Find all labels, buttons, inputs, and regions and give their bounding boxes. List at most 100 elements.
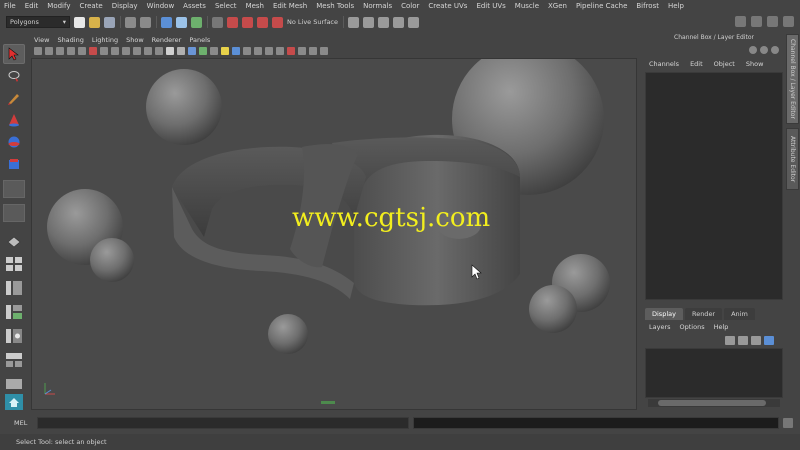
panel-menu-shading[interactable]: Shading [57,36,83,44]
make-live-icon[interactable] [272,16,283,28]
motion-blur-icon[interactable] [254,47,262,55]
resolution-gate-icon[interactable] [122,47,130,55]
safe-action-icon[interactable] [155,47,163,55]
persp-render-layout-button[interactable] [3,350,25,370]
wireframe-on-shaded-icon[interactable] [199,47,207,55]
menu-pipeline-cache[interactable]: Pipeline Cache [576,2,627,10]
layer-list[interactable] [645,348,783,398]
menu-select[interactable]: Select [215,2,237,10]
lasso-tool-button[interactable] [3,66,25,86]
isolate-select-icon[interactable] [287,47,295,55]
script-language-label[interactable]: MEL [14,419,27,427]
grid-toggle-icon[interactable] [100,47,108,55]
channel-edit-menu[interactable]: Edit [690,60,703,68]
menu-modify[interactable]: Modify [47,2,70,10]
menu-xgen[interactable]: XGen [548,2,567,10]
channel-object-menu[interactable]: Object [714,60,735,68]
tab-render[interactable]: Render [684,308,723,320]
select-component-icon[interactable] [191,16,202,28]
layer-list-scrollbar[interactable] [648,399,780,407]
bookmarks-icon[interactable] [56,47,64,55]
sphere-object[interactable] [529,285,577,333]
toggle-tool-settings-icon[interactable] [767,16,778,27]
script-editor-icon[interactable] [783,418,793,428]
menu-edit-mesh[interactable]: Edit Mesh [273,2,307,10]
new-layer-selected-icon[interactable] [764,336,774,345]
layer-options-menu[interactable]: Options [680,323,705,331]
screen-space-ao-icon[interactable] [243,47,251,55]
perspective-viewport[interactable]: www.cgtsj.com [31,58,637,410]
panel-menu-view[interactable]: View [34,36,49,44]
menu-assets[interactable]: Assets [183,2,206,10]
smooth-shade-icon[interactable] [188,47,196,55]
image-plane-icon[interactable] [67,47,75,55]
move-layer-up-icon[interactable] [725,336,735,345]
move-tool-button[interactable] [3,110,25,130]
toggle-channel-box-icon[interactable] [783,16,794,27]
grease-pencil-icon[interactable] [89,47,97,55]
menu-color[interactable]: Color [401,2,419,10]
menu-file[interactable]: File [4,2,16,10]
sphere-object[interactable] [268,314,308,354]
snap-view-plane-icon[interactable] [257,16,268,28]
tab-anim[interactable]: Anim [724,308,755,320]
persp-outliner-layout-button[interactable] [3,278,25,298]
undo-icon[interactable] [125,16,136,28]
multisample-aa-icon[interactable] [265,47,273,55]
scale-tool-button[interactable] [3,154,25,174]
xray-components-icon[interactable] [320,47,328,55]
panel-menu-renderer[interactable]: Renderer [152,36,182,44]
command-input[interactable] [37,417,409,429]
rotate-tool-button[interactable] [3,132,25,152]
snap-point-icon[interactable] [242,16,253,28]
four-view-layout-button[interactable] [3,254,25,274]
move-layer-down-icon[interactable] [738,336,748,345]
toggle-modeling-toolkit-icon[interactable] [735,16,746,27]
menu-edit-uvs[interactable]: Edit UVs [476,2,505,10]
use-all-lights-icon[interactable] [221,47,229,55]
menu-display[interactable]: Display [112,2,138,10]
menu-create[interactable]: Create [79,2,102,10]
two-d-pan-zoom-icon[interactable] [78,47,86,55]
sphere-object[interactable] [90,238,134,282]
channel-lock-icon[interactable] [760,46,768,54]
camera-attributes-icon[interactable] [45,47,53,55]
film-gate-icon[interactable] [111,47,119,55]
last-tool-slot[interactable] [3,180,25,198]
new-empty-layer-icon[interactable] [751,336,761,345]
xray-joints-icon[interactable] [309,47,317,55]
select-hierarchy-icon[interactable] [161,16,172,28]
panel-menu-lighting[interactable]: Lighting [92,36,118,44]
save-scene-icon[interactable] [104,16,115,28]
channel-box-panel[interactable] [645,72,783,300]
menu-mesh-tools[interactable]: Mesh Tools [316,2,354,10]
select-camera-icon[interactable] [34,47,42,55]
panel-menu-show[interactable]: Show [126,36,144,44]
menu-mesh[interactable]: Mesh [246,2,264,10]
select-object-icon[interactable] [176,16,187,28]
channel-key-icon[interactable] [771,46,779,54]
bottom-layout-button[interactable] [3,374,25,394]
render-view-icon[interactable] [348,16,360,28]
menu-help[interactable]: Help [668,2,684,10]
depth-of-field-icon[interactable] [276,47,284,55]
tab-display[interactable]: Display [645,308,683,320]
textured-icon[interactable] [210,47,218,55]
hypershade-icon[interactable] [408,16,420,28]
menu-set-dropdown[interactable]: Polygons ▾ [6,16,70,28]
gate-mask-icon[interactable] [133,47,141,55]
wireframe-icon[interactable] [177,47,185,55]
layer-help-menu[interactable]: Help [714,323,729,331]
panel-menu-panels[interactable]: Panels [189,36,210,44]
sphere-object[interactable] [146,69,222,145]
shadows-icon[interactable] [232,47,240,55]
channel-options-icon[interactable] [749,46,757,54]
scrollbar-thumb[interactable] [658,400,766,406]
attribute-editor-side-tab[interactable]: Attribute Editor [786,128,799,190]
xray-icon[interactable] [298,47,306,55]
ipr-render-icon[interactable] [378,16,390,28]
snap-grid-icon[interactable] [212,16,223,28]
safe-title-icon[interactable] [166,47,174,55]
menu-create-uvs[interactable]: Create UVs [428,2,467,10]
layers-menu[interactable]: Layers [649,323,671,331]
